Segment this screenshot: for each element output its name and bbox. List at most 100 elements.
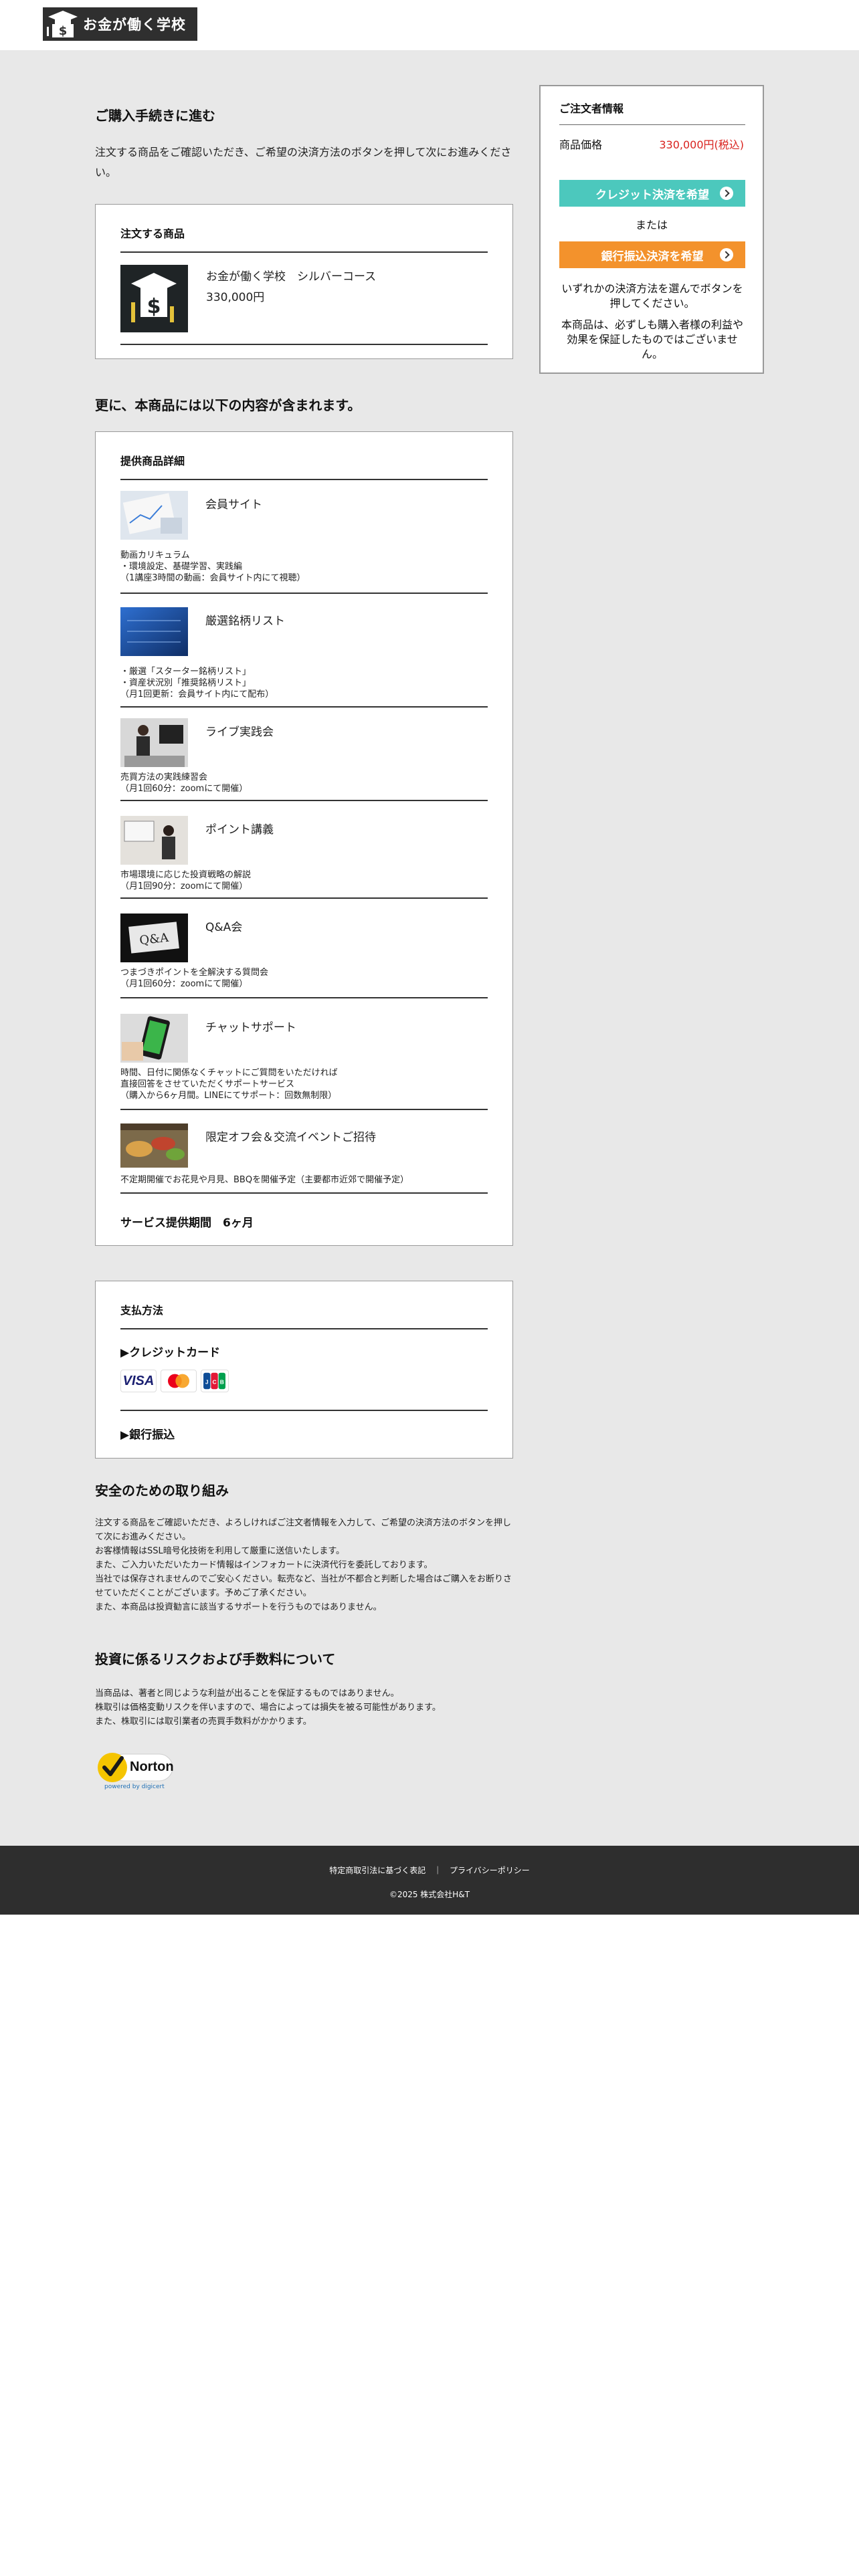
includes-card-title: 提供商品詳細 [120, 455, 185, 467]
norton-powered: powered by digicert [104, 1784, 165, 1790]
chevron-right-icon [720, 248, 733, 261]
list-item: ポイント講義 市場環境に応じた投資戦略の解説 （月1回90分：zoomにて開催） [120, 816, 488, 916]
svg-text:$: $ [59, 24, 68, 38]
svg-text:J: J [205, 1379, 209, 1386]
graduation-money-icon: $ [45, 9, 80, 39]
service-period: サービス提供期間 6ヶ月 [120, 1216, 254, 1230]
bank-payment-button[interactable]: 銀行振込決済を希望 [559, 241, 745, 268]
item-desc: 市場環境に応じた投資戦略の解説 （月1回90分：zoomにて開催） [120, 870, 252, 891]
item-title: 厳選銘柄リスト [205, 615, 285, 628]
list-item: ライブ実践会 売買方法の実践練習会 （月1回60分：zoomにて開催） [120, 718, 488, 819]
bank-transfer-label: ▶銀行振込 [120, 1428, 175, 1442]
svg-text:$: $ [147, 295, 161, 318]
live-seminar-image [120, 718, 188, 767]
divider [120, 800, 488, 801]
item-desc: 時間、日付に関係なくチャットにご質問をいただければ 直接回答をさせていただくサポ… [120, 1068, 338, 1101]
site-header: $ お金が働く学校 [0, 0, 859, 50]
risk-line: また、株取引には取引業者の売買手数料がかかります。 [95, 1717, 312, 1727]
footer-link-privacy[interactable]: プライバシーポリシー [450, 1866, 530, 1875]
safety-line: 注文する商品をご確認いただき、よろしければご注文者情報を入力して、ご希望の決済方… [95, 1518, 512, 1542]
includes-heading: 更に、本商品には以下の内容が含まれます。 [95, 397, 361, 413]
purchase-intro: 注文する商品をご確認いただき、ご希望の決済方法のボタンを押して次にお進みください… [95, 146, 512, 179]
item-title: Q&A会 [205, 921, 243, 934]
footer-separator: ｜ [434, 1866, 442, 1875]
divider [120, 1109, 488, 1110]
divider [120, 251, 488, 253]
price-value: 330,000円(税込) [659, 138, 744, 151]
visa-icon: VISA [120, 1370, 157, 1392]
order-sidebar: ご注文者情報 商品価格 330,000円(税込) クレジット決済を希望 または … [539, 85, 764, 374]
chevron-right-icon [720, 187, 733, 200]
item-title: 限定オフ会＆交流イベントご招待 [205, 1131, 376, 1144]
order-card-title: 注文する商品 [120, 227, 185, 240]
risk-text: 当商品は、著者と同じような利益が出ることを保証するものではありません。 株取引は… [95, 1687, 513, 1729]
site-footer: 特定商取引法に基づく表記 ｜ プライバシーポリシー ©2025 株式会社H&T [0, 1846, 859, 1915]
safety-text: 注文する商品をご確認いただき、よろしければご注文者情報を入力して、ご希望の決済方… [95, 1516, 513, 1614]
item-title: チャットサポート [205, 1021, 296, 1035]
safety-line: 当社では保存されませんのでご安心ください。転売など、当社が不都合と判断した場合は… [95, 1574, 512, 1598]
divider [120, 897, 488, 899]
credit-card-label: ▶クレジットカード [120, 1346, 221, 1360]
product-price: 330,000円 [206, 291, 265, 304]
stock-list-image [120, 607, 188, 656]
blank-area [0, 1915, 859, 2576]
norton-brand: Norton [130, 1759, 174, 1774]
mastercard-icon [161, 1370, 197, 1392]
bank-payment-label: 銀行振込決済を希望 [601, 249, 704, 263]
list-item: 厳選銘柄リスト ・厳選「スターター銘柄リスト」 ・資産状況別「推奨銘柄リスト」 … [120, 607, 488, 714]
product-name: お金が働く学校 シルバーコース [206, 270, 377, 284]
site-logo[interactable]: $ お金が働く学校 [43, 7, 197, 41]
list-item: 会員サイト 動画カリキュラム ・環境設定、基礎学習、実践編 （1講座3時間の動画… [120, 491, 488, 598]
member-site-image [120, 491, 188, 540]
credit-payment-label: クレジット決済を希望 [595, 188, 709, 202]
disclaimer-note: 本商品は、必ずしも購入者様の利益や効果を保証したものではございません。 [561, 318, 743, 360]
choose-note: いずれかの決済方法を選んでボタンを押してください。 [561, 282, 743, 310]
list-item: チャットサポート 時間、日付に関係なくチャットにご質問をいただければ 直接回答を… [120, 1014, 488, 1128]
item-desc: 不定期開催でお花見や月見、BBQを開催予定（主要都市近郊で開催予定） [120, 1175, 409, 1185]
chat-support-image [120, 1014, 188, 1063]
risk-heading: 投資に係るリスクおよび手数料について [95, 1651, 336, 1667]
main-area: ご購入手続きに進む 注文する商品をご確認いただき、ご希望の決済方法のボタンを押し… [0, 50, 859, 1846]
or-text: または [635, 219, 668, 231]
item-desc: ・厳選「スターター銘柄リスト」 ・資産状況別「推奨銘柄リスト」 （月1回更新：会… [120, 667, 274, 700]
jcb-icon: J C B [201, 1370, 229, 1392]
norton-seal[interactable]: Norton powered by digicert [95, 1749, 179, 1796]
item-title: ポイント講義 [205, 823, 274, 837]
risk-line: 当商品は、著者と同じような利益が出ることを保証するものではありません。 [95, 1689, 399, 1699]
logo-text: お金が働く学校 [83, 17, 186, 33]
safety-line: お客様情報はSSL暗号化技術を利用して厳重に送信いたします。 [95, 1546, 345, 1556]
footer-copyright: ©2025 株式会社H&T [389, 1890, 470, 1899]
list-item: 限定オフ会＆交流イベントご招待 不定期開催でお花見や月見、BBQを開催予定（主要… [120, 1123, 488, 1204]
payment-card: 支払方法 ▶クレジットカード VISA J C B ▶銀行振込 [95, 1281, 513, 1459]
payment-card-title: 支払方法 [120, 1304, 164, 1317]
price-label: 商品価格 [559, 138, 603, 151]
risk-line: 株取引は価格変動リスクを伴いますので、場合によっては損失を被る可能性があります。 [95, 1703, 441, 1713]
purchase-heading: ご購入手続きに進む [95, 108, 215, 124]
lecture-image [120, 816, 188, 865]
safety-line: また、本商品は投資勧言に該当するサポートを行うものではありません。 [95, 1602, 382, 1612]
footer-links: 特定商取引法に基づく表記 ｜ プライバシーポリシー [0, 1864, 859, 1876]
offline-event-image [120, 1123, 188, 1168]
divider [120, 1192, 488, 1194]
safety-line: また、ご入力いただいたカード情報はインフォカートに決済代行を委託しております。 [95, 1560, 433, 1570]
divider [120, 997, 488, 998]
divider [120, 1410, 488, 1411]
qa-image: Q&A [120, 914, 188, 962]
item-title: 会員サイト [205, 498, 262, 512]
divider [120, 593, 488, 594]
includes-card: 提供商品詳細 会員サイト 動画カリキュラム ・環境設定、基礎学習、実践編 （1講… [95, 431, 513, 1246]
divider [120, 344, 488, 345]
safety-heading: 安全のための取り組み [95, 1483, 229, 1499]
order-card: 注文する商品 $ お金が働く学校 シルバーコース 330,000円 [95, 204, 513, 359]
divider [559, 124, 745, 125]
card-brands: VISA J C B [120, 1370, 229, 1392]
credit-payment-button[interactable]: クレジット決済を希望 [559, 180, 745, 207]
divider [120, 706, 488, 708]
item-desc: 動画カリキュラム ・環境設定、基礎学習、実践編 （1講座3時間の動画：会員サイト… [120, 550, 306, 583]
product-thumbnail: $ [120, 265, 188, 332]
divider [120, 1328, 488, 1329]
svg-text:B: B [220, 1379, 224, 1386]
footer-link-tokutei[interactable]: 特定商取引法に基づく表記 [329, 1866, 425, 1875]
item-desc: つまづきポイントを全解決する質問会 （月1回60分：zoomにて開催） [120, 968, 269, 989]
divider [120, 479, 488, 480]
